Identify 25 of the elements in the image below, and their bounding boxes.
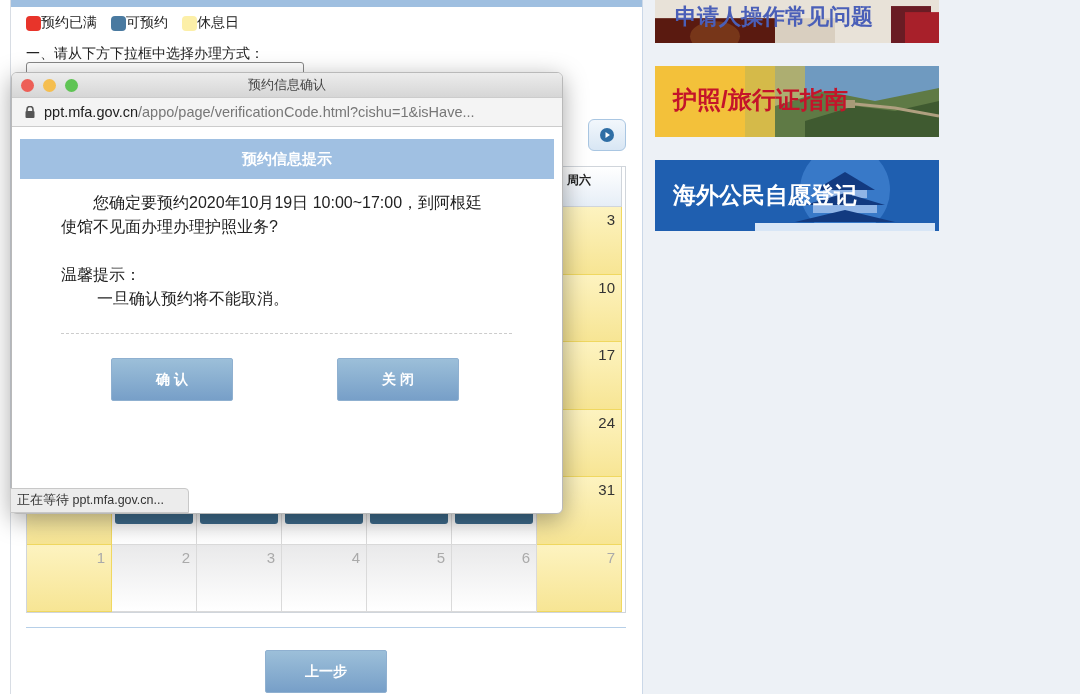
method-prompt: 一、请从下方下拉框中选择办理方式： — [26, 44, 265, 62]
confirm-message: 您确定要预约2020年10月19日 10:00~17:00，到阿根廷使馆不见面办理办理护照业务? — [61, 193, 484, 237]
day-number: 17 — [598, 346, 615, 363]
day-number: 31 — [598, 481, 615, 498]
dialog-header: 预约信息提示 — [20, 139, 554, 179]
day-number: 7 — [606, 548, 615, 566]
address-url: ppt.mfa.gov.cn/appo/page/verificationCode.html?cishu=1&isHave... — [44, 104, 475, 120]
day-number: 24 — [598, 413, 615, 431]
day-number: 5 — [436, 548, 445, 566]
banner-title: 海外公民自愿登记 — [673, 181, 857, 210]
tip-label: 温馨提示： — [61, 265, 141, 285]
banner-title: 护照/旅行证指南 — [673, 85, 848, 115]
day-number: 4 — [351, 548, 360, 566]
window-title: 预约信息确认 — [248, 76, 326, 94]
day-number: 6 — [521, 548, 530, 566]
legend-label: 可预约 — [126, 14, 168, 32]
day-number: 1 — [96, 548, 105, 566]
legend-label: 预约已满 — [41, 14, 97, 32]
day-number: 3 — [266, 548, 275, 566]
day-number: 3 — [606, 211, 615, 228]
tip-text: 一旦确认预约将不能取消。 — [97, 289, 289, 309]
day-number: 10 — [598, 278, 615, 296]
day-number: 2 — [181, 548, 190, 566]
legend-label: 休息日 — [197, 14, 239, 32]
status-tooltip: 正在等待 ppt.mfa.gov.cn... — [10, 488, 189, 513]
